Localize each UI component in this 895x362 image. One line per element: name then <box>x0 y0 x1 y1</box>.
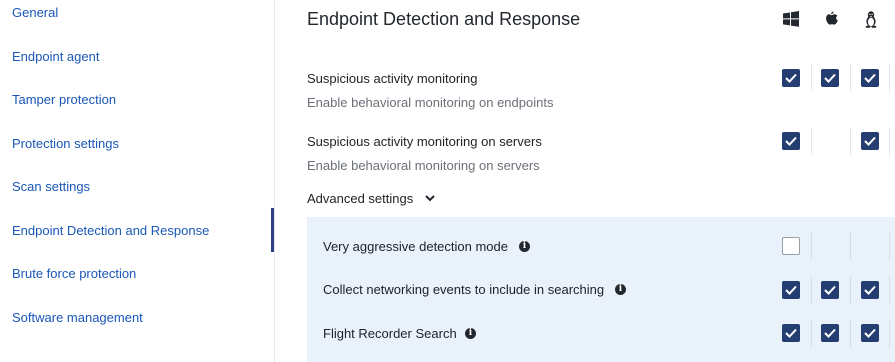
advanced-label-flight-recorder: Flight Recorder Search <box>323 326 457 341</box>
column-divider <box>889 276 890 304</box>
setting-description: Enable behavioral monitoring on endpoint… <box>307 95 554 110</box>
checkbox-flight-windows[interactable] <box>782 324 800 342</box>
checkbox-aggressive-windows[interactable] <box>782 237 800 255</box>
column-divider <box>889 127 890 155</box>
checkbox-flight-linux[interactable] <box>861 324 879 342</box>
sidebar-item-general[interactable]: General <box>12 5 58 21</box>
checkbox-sam-mac[interactable] <box>821 69 839 87</box>
column-divider <box>850 127 851 155</box>
checkbox-sam-windows[interactable] <box>782 69 800 87</box>
column-divider <box>889 232 890 260</box>
sidebar: General Endpoint agent Tamper protection… <box>0 0 275 362</box>
advanced-label-networking-events: Collect networking events to include in … <box>323 282 605 297</box>
column-divider <box>850 320 851 348</box>
checkbox-flight-mac[interactable] <box>821 324 839 342</box>
checkbox-network-windows[interactable] <box>782 281 800 299</box>
sidebar-item-endpoint-agent[interactable]: Endpoint agent <box>12 49 99 65</box>
checkbox-network-mac[interactable] <box>821 281 839 299</box>
column-divider <box>850 232 851 260</box>
sidebar-item-edr[interactable]: Endpoint Detection and Response <box>12 223 209 239</box>
sidebar-item-protection-settings[interactable]: Protection settings <box>12 136 119 152</box>
info-icon[interactable]: i <box>465 328 476 339</box>
page-title: Endpoint Detection and Response <box>307 9 581 29</box>
sidebar-item-software-management[interactable]: Software management <box>12 310 143 326</box>
checkbox-network-linux[interactable] <box>861 281 879 299</box>
column-divider <box>811 127 812 155</box>
column-divider <box>811 320 812 348</box>
setting-label-suspicious-activity-monitoring-servers: Suspicious activity monitoring on server… <box>307 134 542 149</box>
column-divider <box>811 232 812 260</box>
windows-icon <box>782 9 800 29</box>
info-icon[interactable]: i <box>519 241 530 252</box>
sidebar-active-indicator <box>271 208 274 252</box>
advanced-settings-label: Advanced settings <box>307 191 414 206</box>
column-divider <box>850 63 851 91</box>
column-divider <box>811 276 812 304</box>
linux-icon <box>862 9 880 29</box>
advanced-label-aggressive-mode: Very aggressive detection mode <box>323 239 508 254</box>
column-divider <box>850 276 851 304</box>
checkbox-sams-windows[interactable] <box>782 132 800 150</box>
checkbox-sams-linux[interactable] <box>861 132 879 150</box>
chevron-down-icon <box>425 195 435 202</box>
setting-label-suspicious-activity-monitoring: Suspicious activity monitoring <box>307 71 478 86</box>
apple-icon <box>822 9 840 29</box>
info-icon[interactable]: i <box>615 284 626 295</box>
checkbox-sam-linux[interactable] <box>861 69 879 87</box>
sidebar-item-scan-settings[interactable]: Scan settings <box>12 179 90 195</box>
advanced-settings-toggle[interactable]: Advanced settings <box>307 191 435 207</box>
column-divider <box>889 320 890 348</box>
sidebar-item-tamper-protection[interactable]: Tamper protection <box>12 92 116 108</box>
column-divider <box>811 63 812 91</box>
setting-description: Enable behavioral monitoring on servers <box>307 158 540 173</box>
column-divider <box>889 63 890 91</box>
sidebar-item-brute-force-protection[interactable]: Brute force protection <box>12 266 136 282</box>
